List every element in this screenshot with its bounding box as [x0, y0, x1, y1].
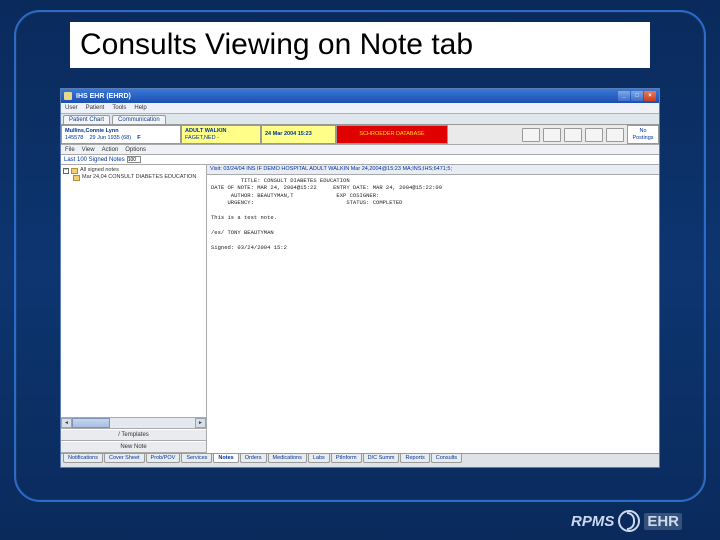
- brand-rpms: RPMS: [571, 513, 614, 530]
- tab-notifications[interactable]: Notifications: [63, 454, 103, 463]
- tab-prob-pov[interactable]: Prob/POV: [146, 454, 181, 463]
- tab-consults[interactable]: Consults: [431, 454, 462, 463]
- submenu-view[interactable]: View: [82, 147, 95, 153]
- toolbar-icon-3[interactable]: [564, 128, 582, 142]
- maximize-button[interactable]: □: [631, 91, 643, 101]
- slide-title: Consults Viewing on Note tab: [70, 22, 650, 68]
- patient-id: 145578: [65, 135, 83, 141]
- scroll-right-button[interactable]: ►: [195, 418, 206, 428]
- logo-disc-icon: [618, 510, 640, 532]
- note-view-pane: Visit: 03/24/04 INS IF DEMO HOSPITAL ADU…: [207, 165, 659, 453]
- tab-ptinform[interactable]: PtInform: [331, 454, 362, 463]
- walkin-line1: ADULT WALKIN: [185, 128, 226, 134]
- tree-collapse-icon[interactable]: −: [63, 168, 69, 174]
- tree-horizontal-scrollbar[interactable]: ◄ ►: [61, 417, 206, 428]
- titlebar: IHS EHR (EHRD) _ □ ×: [61, 89, 659, 103]
- last-notes-label: Last 100 Signed Notes: [64, 157, 125, 163]
- bottom-tabstrip: Notifications Cover Sheet Prob/POV Servi…: [61, 453, 659, 467]
- patient-name: Mullins,Connie Lynn: [65, 128, 119, 134]
- menu-patient[interactable]: Patient: [86, 105, 105, 111]
- menu-user[interactable]: User: [65, 105, 78, 111]
- visit-cell[interactable]: ADULT WALKIN FAGET,NED -: [181, 125, 261, 144]
- folder-icon: [71, 168, 78, 174]
- footer-logo: RPMS EHR: [571, 510, 682, 532]
- postings-line2: Postings: [632, 135, 653, 141]
- workspace: − All signed notes Mar 24,04 CONSULT DIA…: [61, 165, 659, 453]
- postings-cell[interactable]: No Postings: [627, 125, 659, 144]
- toolbar-icon-2[interactable]: [543, 128, 561, 142]
- window-title: IHS EHR (EHRD): [76, 93, 614, 100]
- notes-menubar: File View Action Options: [61, 145, 659, 155]
- scroll-thumb[interactable]: [72, 418, 110, 428]
- tab-medications[interactable]: Medications: [268, 454, 307, 463]
- tree-note-row[interactable]: Mar 24,04 CONSULT DIABETES EDUCATION: [63, 174, 204, 181]
- patient-info-bar: Mullins,Connie Lynn 145578 29 Jun 1935 (…: [61, 125, 659, 145]
- menubar: User Patient Tools Help: [61, 103, 659, 114]
- tab-patient-chart[interactable]: Patient Chart: [63, 115, 110, 124]
- templates-button[interactable]: / Templates: [61, 429, 206, 441]
- brand-ehr: EHR: [644, 513, 682, 530]
- close-button[interactable]: ×: [644, 91, 656, 101]
- ehr-window: IHS EHR (EHRD) _ □ × User Patient Tools …: [60, 88, 660, 468]
- notes-tree-pane: − All signed notes Mar 24,04 CONSULT DIA…: [61, 165, 207, 453]
- top-tabstrip: Patient Chart Communication: [61, 114, 659, 125]
- tab-notes[interactable]: Notes: [213, 454, 238, 463]
- tab-cover-sheet[interactable]: Cover Sheet: [104, 454, 145, 463]
- window-controls: _ □ ×: [618, 91, 656, 101]
- toolbar-icon-1[interactable]: [522, 128, 540, 142]
- tree-button-group: / Templates New Note: [61, 428, 206, 453]
- notes-tree[interactable]: − All signed notes Mar 24,04 CONSULT DIA…: [61, 165, 206, 417]
- submenu-file[interactable]: File: [65, 147, 75, 153]
- visit-date-cell[interactable]: 24 Mar 2004 15:23: [261, 125, 336, 144]
- patient-cell[interactable]: Mullins,Connie Lynn 145578 29 Jun 1935 (…: [61, 125, 181, 144]
- patient-sex: F: [137, 135, 140, 141]
- tab-services[interactable]: Services: [181, 454, 212, 463]
- tree-root-row[interactable]: − All signed notes: [63, 167, 204, 174]
- toolbar-icon-4[interactable]: [585, 128, 603, 142]
- note-header: Visit: 03/24/04 INS IF DEMO HOSPITAL ADU…: [207, 165, 659, 175]
- database-banner: SCHROEDER DATABASE: [336, 125, 448, 144]
- note-body: TITLE: CONSULT DIABETES EDUCATION DATE O…: [207, 175, 659, 453]
- tab-communication[interactable]: Communication: [112, 115, 166, 124]
- menu-help[interactable]: Help: [134, 105, 146, 111]
- toolbar-icons: [448, 125, 627, 144]
- submenu-options[interactable]: Options: [125, 147, 146, 153]
- minimize-button[interactable]: _: [618, 91, 630, 101]
- tree-root-label: All signed notes: [80, 167, 119, 174]
- tab-labs[interactable]: Labs: [308, 454, 330, 463]
- tab-orders[interactable]: Orders: [240, 454, 267, 463]
- tree-note-label: Mar 24,04 CONSULT DIABETES EDUCATION: [82, 174, 196, 181]
- tab-reports[interactable]: Reports: [400, 454, 429, 463]
- patient-dob: 29 Jun 1935 (68): [89, 135, 131, 141]
- note-icon: [73, 175, 80, 181]
- submenu-action[interactable]: Action: [102, 147, 119, 153]
- last-notes-input[interactable]: [127, 156, 141, 163]
- tab-dc-summ[interactable]: D/C Summ: [363, 454, 400, 463]
- app-icon: [64, 92, 72, 100]
- menu-tools[interactable]: Tools: [112, 105, 126, 111]
- database-label: SCHROEDER DATABASE: [359, 131, 424, 137]
- walkin-line2: FAGET,NED -: [185, 135, 257, 141]
- scroll-left-button[interactable]: ◄: [61, 418, 72, 428]
- new-note-button[interactable]: New Note: [61, 441, 206, 453]
- toolbar-icon-5[interactable]: [606, 128, 624, 142]
- visit-date: 24 Mar 2004 15:23: [265, 131, 332, 137]
- scroll-track[interactable]: [72, 418, 195, 428]
- notes-filter-bar: Last 100 Signed Notes: [61, 155, 659, 165]
